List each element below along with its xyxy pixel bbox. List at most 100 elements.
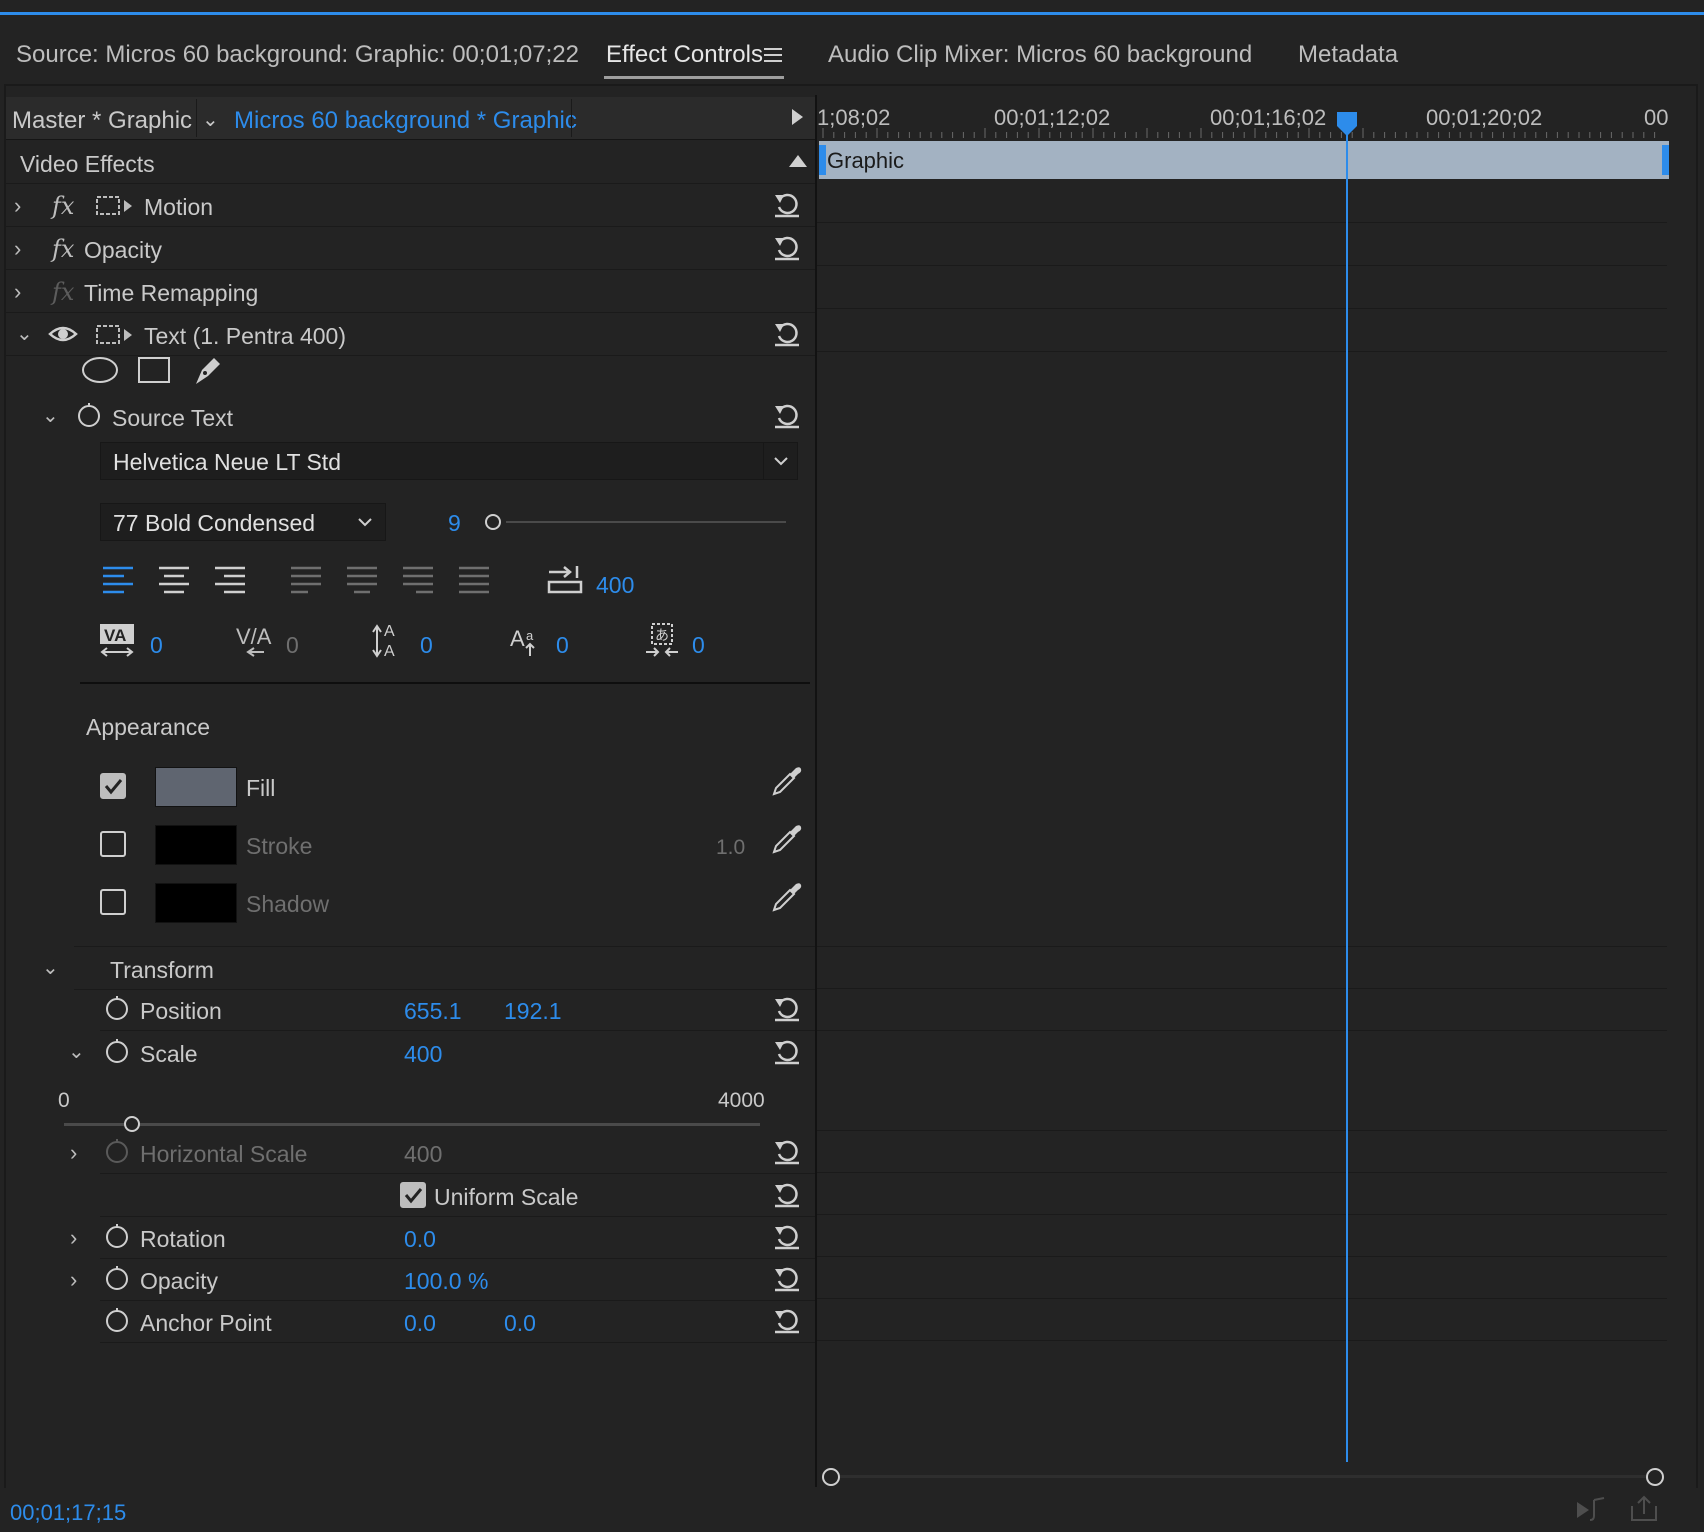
reset-icon[interactable]	[772, 318, 802, 348]
playhead-line[interactable]	[1346, 124, 1348, 1462]
tab-effect-controls[interactable]: Effect Controls	[606, 41, 763, 69]
current-timecode[interactable]: 00;01;17;15	[10, 1500, 126, 1526]
scale-slider[interactable]	[64, 1123, 760, 1126]
fx-icon[interactable]: fx	[52, 235, 74, 263]
reset-icon[interactable]	[772, 1179, 802, 1209]
tsume-icon[interactable]: あ	[644, 620, 680, 660]
font-size-value[interactable]: 9	[448, 510, 461, 537]
eyedropper-icon[interactable]	[770, 880, 804, 914]
graphic-clip-bar[interactable]: Graphic	[819, 141, 1669, 179]
stopwatch-icon[interactable]	[104, 994, 130, 1022]
eyedropper-icon[interactable]	[770, 822, 804, 856]
reset-icon[interactable]	[772, 1136, 802, 1166]
leading-icon[interactable]: AA	[372, 620, 408, 660]
reset-icon[interactable]	[772, 1305, 802, 1335]
reset-icon[interactable]	[772, 993, 802, 1023]
align-center-icon[interactable]	[156, 564, 192, 596]
effect-row-motion[interactable]: › fx Motion	[6, 184, 815, 227]
kerning-value[interactable]: 0	[150, 632, 163, 659]
chevron-right-icon[interactable]: ›	[14, 193, 21, 219]
ellipse-mask-icon[interactable]	[80, 354, 120, 386]
fx-icon[interactable]: fx	[52, 192, 74, 220]
text-opacity-value[interactable]: 100.0 %	[404, 1268, 488, 1295]
effect-row-text[interactable]: ⌄ Text (1. Pentra 400)	[6, 313, 815, 356]
play-audio-icon[interactable]	[1574, 1496, 1608, 1524]
effect-row-opacity[interactable]: › fx Opacity	[6, 227, 815, 270]
chevron-down-icon[interactable]	[764, 443, 798, 479]
scale-value[interactable]: 400	[404, 1041, 442, 1068]
stroke-color-swatch[interactable]	[155, 825, 237, 865]
transform-section-header[interactable]: ⌄ Transform	[42, 946, 815, 990]
font-size-slider[interactable]	[506, 521, 786, 523]
align-left-icon[interactable]	[100, 564, 136, 596]
reset-icon[interactable]	[772, 1263, 802, 1293]
stopwatch-icon[interactable]	[104, 1037, 130, 1065]
font-family-dropdown[interactable]: Helvetica Neue LT Std	[100, 442, 798, 480]
chevron-down-icon[interactable]: ⌄	[42, 955, 59, 980]
position-x-value[interactable]: 655.1	[404, 998, 462, 1025]
chevron-down-icon[interactable]	[351, 504, 381, 540]
shadow-color-swatch[interactable]	[155, 883, 237, 923]
reset-icon[interactable]	[772, 232, 802, 262]
chevron-right-icon[interactable]: ›	[70, 1225, 77, 1251]
chevron-down-icon[interactable]: ⌄	[16, 321, 33, 346]
fill-checkbox[interactable]	[100, 773, 126, 799]
position-y-value[interactable]: 192.1	[504, 998, 562, 1025]
eye-icon[interactable]	[48, 323, 78, 345]
stopwatch-icon[interactable]	[104, 1222, 130, 1250]
reset-icon[interactable]	[772, 1221, 802, 1251]
anchor-y-value[interactable]: 0.0	[504, 1310, 536, 1337]
baseline-shift-value[interactable]: 0	[556, 632, 569, 659]
reset-icon[interactable]	[772, 1036, 802, 1066]
reset-icon[interactable]	[772, 189, 802, 219]
baseline-shift-icon[interactable]: Aa	[508, 622, 544, 658]
chevron-right-icon[interactable]: ›	[70, 1267, 77, 1293]
eyedropper-icon[interactable]	[770, 764, 804, 798]
sequence-clip-label[interactable]: Micros 60 background * Graphic	[234, 107, 577, 135]
transform-box-icon[interactable]	[94, 322, 134, 348]
tab-width-icon[interactable]	[546, 564, 584, 596]
chevron-right-icon[interactable]: ›	[70, 1140, 77, 1166]
clip-out-handle[interactable]	[1662, 145, 1669, 175]
stopwatch-icon[interactable]	[76, 401, 102, 429]
font-style-dropdown[interactable]: 77 Bold Condensed	[100, 503, 386, 541]
stopwatch-icon[interactable]	[104, 1264, 130, 1292]
zoom-start-handle[interactable]	[822, 1468, 840, 1486]
effect-row-time-remapping[interactable]: › fx Time Remapping	[6, 270, 815, 313]
rectangle-mask-icon[interactable]	[136, 354, 172, 386]
scale-slider-handle[interactable]	[124, 1116, 140, 1132]
play-icon[interactable]	[792, 109, 803, 125]
collapse-up-icon[interactable]	[789, 155, 807, 167]
reset-icon[interactable]	[772, 400, 802, 430]
uniform-scale-checkbox[interactable]	[400, 1182, 426, 1208]
anchor-x-value[interactable]: 0.0	[404, 1310, 436, 1337]
chevron-down-icon[interactable]: ⌄	[42, 403, 59, 428]
stroke-checkbox[interactable]	[100, 831, 126, 857]
shadow-checkbox[interactable]	[100, 889, 126, 915]
tab-audio-clip-mixer[interactable]: Audio Clip Mixer: Micros 60 background	[828, 41, 1252, 69]
align-right-icon[interactable]	[212, 564, 248, 596]
tsume-value[interactable]: 0	[692, 632, 705, 659]
pen-mask-icon[interactable]	[190, 352, 226, 388]
transform-box-icon[interactable]	[94, 193, 134, 219]
stopwatch-icon[interactable]	[104, 1306, 130, 1334]
master-clip-label[interactable]: Master * Graphic	[12, 107, 192, 135]
kerning-icon[interactable]: VA	[98, 622, 138, 658]
export-icon[interactable]	[1628, 1494, 1660, 1524]
chevron-right-icon[interactable]: ›	[14, 236, 21, 262]
leading-value[interactable]: 0	[420, 632, 433, 659]
tab-source[interactable]: Source: Micros 60 background: Graphic: 0…	[16, 41, 579, 69]
fill-color-swatch[interactable]	[155, 767, 237, 807]
chevron-down-icon[interactable]: ⌄	[202, 107, 219, 132]
timeline-zoom-scrollbar[interactable]	[822, 1465, 1668, 1487]
clip-in-handle[interactable]	[819, 145, 826, 175]
rotation-value[interactable]: 0.0	[404, 1226, 436, 1253]
font-size-slider-handle[interactable]	[485, 514, 501, 530]
panel-menu-icon[interactable]	[764, 48, 782, 66]
zoom-end-handle[interactable]	[1646, 1468, 1664, 1486]
tab-width-value[interactable]: 400	[596, 572, 634, 599]
tab-metadata[interactable]: Metadata	[1298, 41, 1398, 69]
chevron-down-icon[interactable]: ⌄	[68, 1039, 85, 1064]
chevron-right-icon[interactable]: ›	[14, 279, 21, 305]
playhead-handle[interactable]	[1337, 112, 1357, 126]
